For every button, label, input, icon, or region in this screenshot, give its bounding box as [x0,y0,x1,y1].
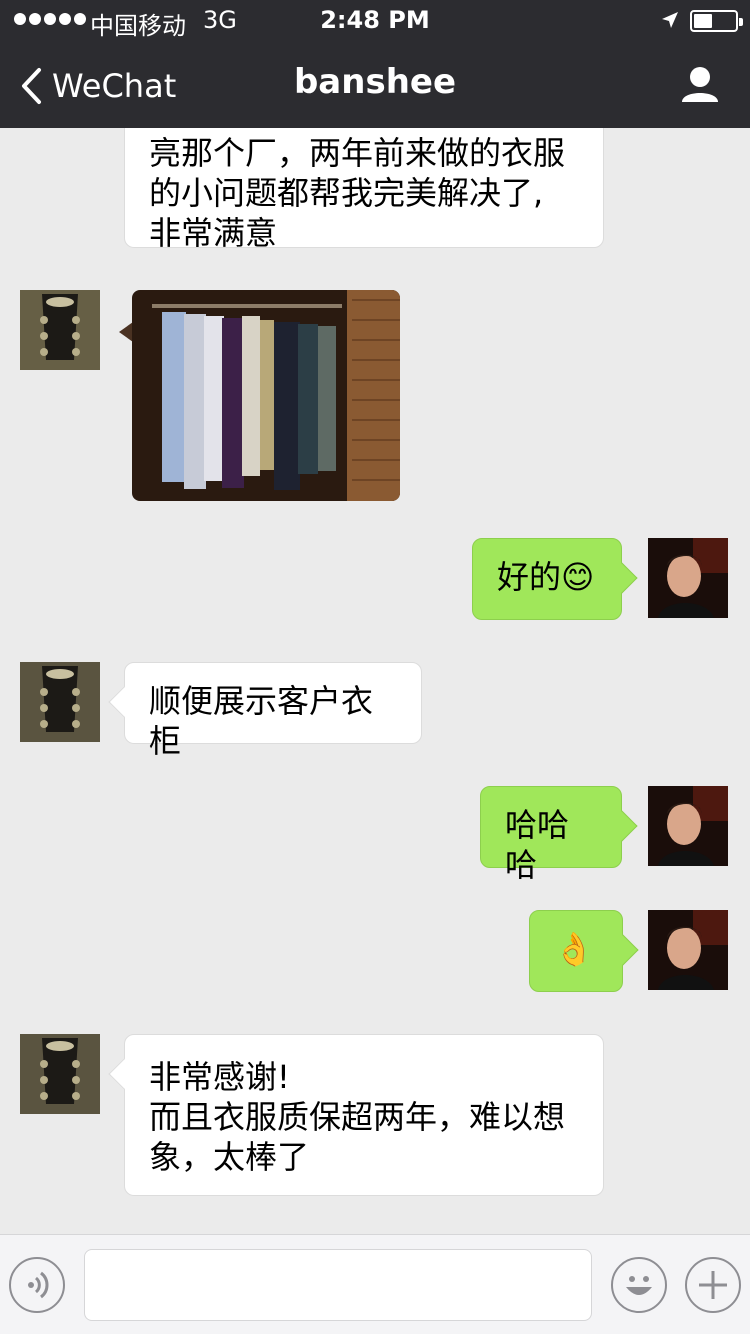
message-bubble-outgoing[interactable]: 👌 [529,910,639,992]
message-bubble-outgoing[interactable]: 哈哈哈 [480,786,638,884]
clock: 2:48 PM [320,6,430,34]
contact-avatar[interactable] [20,662,100,742]
my-avatar[interactable] [648,538,728,618]
guitar-headstock-image [20,662,100,742]
voice-icon [28,1271,49,1299]
my-avatar[interactable] [648,786,728,866]
message-bubble-incoming[interactable]: 顺便展示客户衣柜 [108,662,422,760]
message-text: 顺便展示客户衣柜 [149,682,374,760]
message-image[interactable] [132,290,400,501]
my-avatar[interactable] [648,910,728,990]
more-options-button[interactable] [685,1257,741,1313]
profile-photo [648,786,728,866]
battery-icon [690,10,743,32]
message-text: 好的😊 [497,558,595,596]
guitar-headstock-image [20,290,100,370]
message-bubble-outgoing[interactable]: 好的😊 [472,538,638,620]
message-text: 哈哈哈 [505,806,570,884]
contact-avatar[interactable] [20,290,100,370]
plus-icon [699,1271,727,1299]
chat-title: banshee [293,62,457,102]
message-bubble-incoming[interactable]: 非常感谢! 而且衣服质保超两年，难以想 象，太棒了 [108,1034,604,1196]
emoji-button[interactable] [611,1257,667,1313]
chat-profile-button[interactable] [680,64,720,104]
profile-photo [648,910,728,990]
message-text: 非常感谢! 而且衣服质保超两年，难以想 象，太棒了 [149,1058,566,1176]
input-bar [0,1234,750,1334]
contact-avatar[interactable] [20,1034,100,1114]
emoji-icon [626,1276,652,1295]
guitar-headstock-image [20,1034,100,1114]
voice-input-button[interactable] [9,1257,65,1313]
location-arrow-icon [662,12,678,28]
message-text: 亮那个厂，两年前来做的衣服 的小问题都帮我完美解决了, 非常满意 [149,134,566,252]
wardrobe-photo [132,290,400,501]
status-bar: 中国移动 3G 2:48 PM [0,0,750,40]
message-text: 👌 [554,930,594,968]
profile-photo [648,538,728,618]
message-input[interactable] [84,1249,592,1321]
bubble-tail [119,322,133,342]
person-icon [682,67,718,102]
top-bar: 中国移动 3G 2:48 PM WeChat banshee [0,0,750,128]
